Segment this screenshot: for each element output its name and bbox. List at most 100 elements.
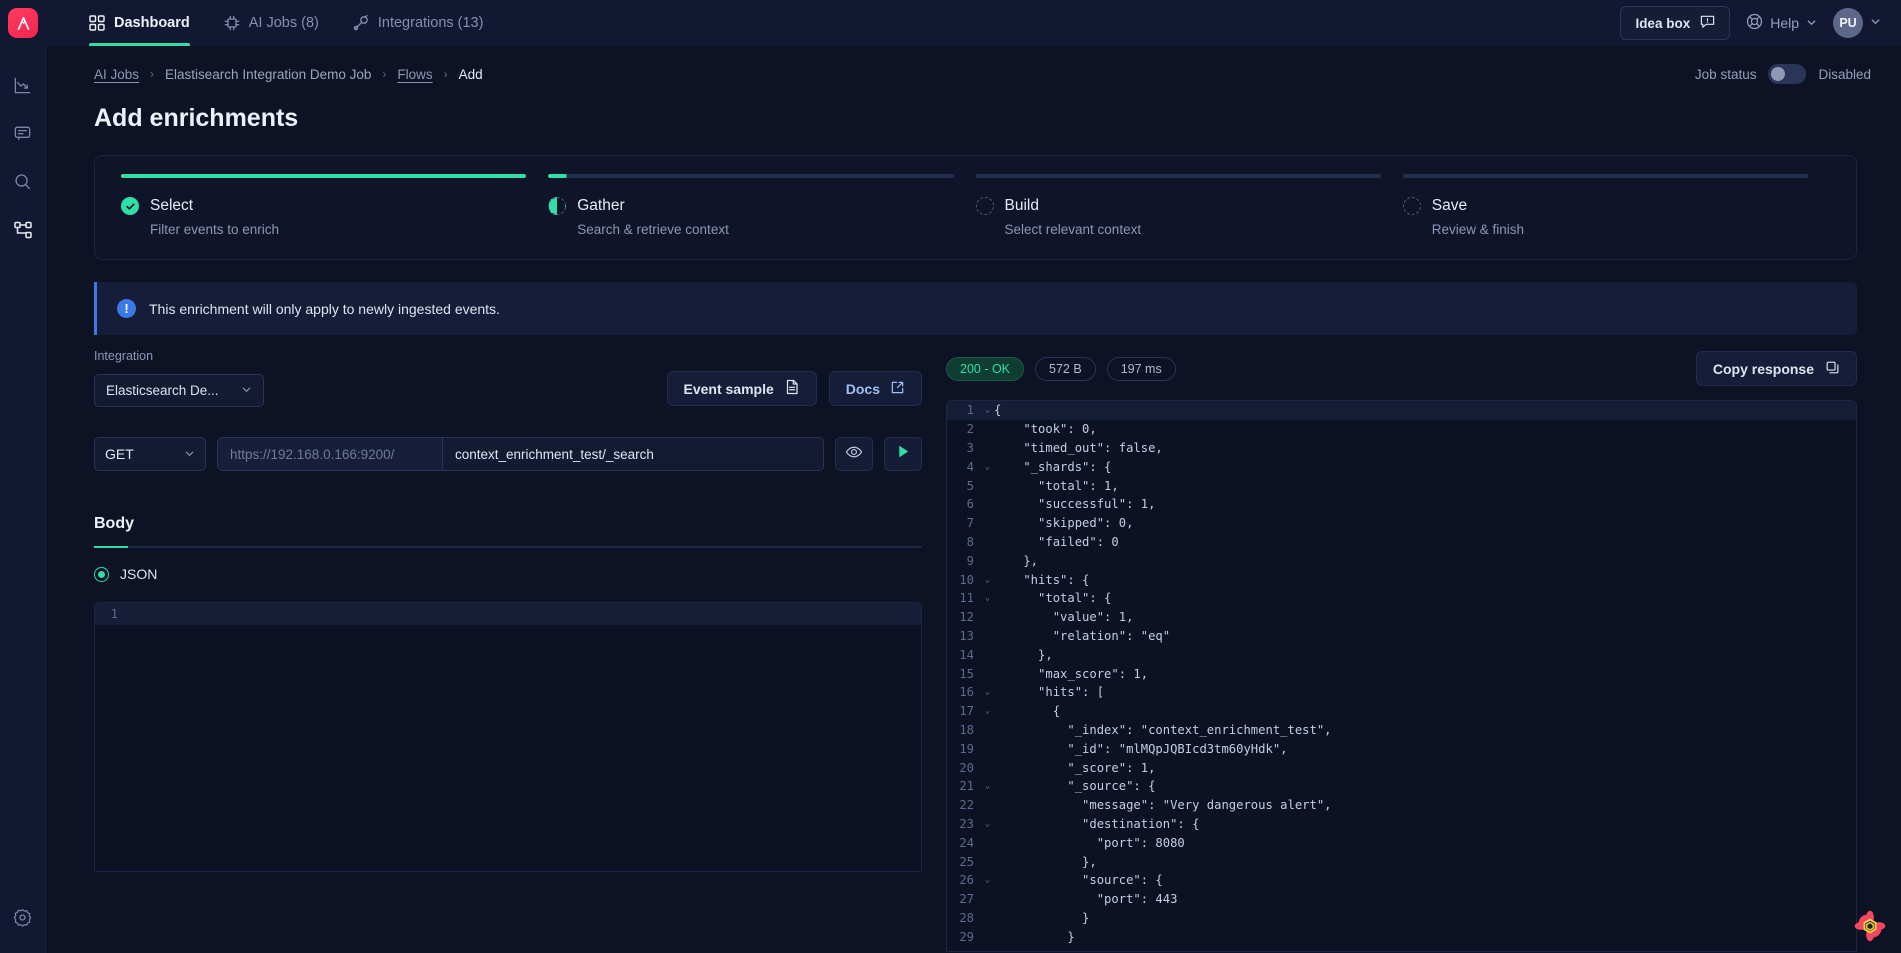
code-text: {	[994, 403, 1002, 418]
line-number: 14	[959, 647, 974, 662]
code-line: 5 "total": 1,	[947, 476, 1856, 495]
line-number: 17	[959, 704, 974, 719]
step-progress-bar	[1402, 174, 1808, 178]
line-number: 29	[959, 929, 974, 944]
fold-toggle-icon[interactable]: ⌄	[981, 687, 994, 697]
line-number: 5	[966, 478, 974, 493]
breadcrumb-item-ai-jobs[interactable]: AI Jobs	[94, 67, 139, 82]
step-gather[interactable]: Gather Search & retrieve context	[548, 174, 975, 237]
breadcrumb-item-flows[interactable]: Flows	[397, 67, 432, 82]
step-header: Gather	[548, 197, 953, 215]
code-text: "took": 0,	[994, 422, 1097, 437]
help-label: Help	[1770, 15, 1799, 31]
integration-actions: Event sample Docs	[666, 371, 922, 407]
code-text: "_id": "mlMQpJQBIcd3tm60yHdk",	[994, 741, 1288, 756]
empty-circle-icon	[975, 197, 994, 215]
lifebuoy-icon	[1746, 13, 1763, 33]
avatar: PU	[1833, 8, 1863, 38]
fold-toggle-icon[interactable]: ⌄	[981, 781, 994, 791]
url-path-input[interactable]: context_enrichment_test/_search	[442, 437, 824, 471]
line-number: 21	[959, 779, 974, 794]
nav-tab-ai-jobs[interactable]: AI Jobs (8)	[207, 0, 336, 46]
fold-toggle-icon[interactable]: ⌄	[981, 405, 994, 415]
line-number: 25	[959, 854, 974, 869]
fold-toggle-icon[interactable]: ⌄	[981, 575, 994, 585]
fold-toggle-icon[interactable]: ⌄	[981, 819, 994, 829]
primary-nav-tabs: Dashboard AI Jobs (8) Integrations (13)	[72, 0, 500, 46]
chevron-down-icon	[184, 446, 195, 462]
body-json-editor[interactable]: 1	[94, 602, 922, 872]
copy-response-button[interactable]: Copy response	[1695, 351, 1857, 386]
line-number: 3	[966, 440, 974, 455]
avatar-initials: PU	[1839, 16, 1857, 30]
code-line: 28 }	[947, 909, 1856, 928]
info-banner-text: This enrichment will only apply to newly…	[149, 300, 500, 317]
line-number: 26	[959, 873, 974, 888]
http-method-select[interactable]: GET	[94, 437, 206, 471]
code-line: 15 "max_score": 1,	[947, 664, 1856, 683]
code-line: 6 "successful": 1,	[947, 495, 1856, 514]
sidebar-item-search[interactable]	[0, 160, 46, 208]
event-sample-label: Event sample	[683, 380, 774, 397]
code-text: {	[994, 704, 1061, 719]
docs-button[interactable]: Docs	[828, 371, 922, 406]
fold-toggle-icon[interactable]: ⌄	[981, 462, 994, 472]
step-header: Save	[1402, 197, 1808, 215]
code-line: 3 "timed_out": false,	[947, 439, 1856, 458]
fold-toggle-icon[interactable]: ⌄	[981, 593, 994, 603]
step-build[interactable]: Build Select relevant context	[975, 174, 1403, 237]
preview-button[interactable]	[835, 437, 873, 471]
fold-toggle-icon[interactable]: ⌄	[981, 706, 994, 716]
help-button[interactable]: Help	[1746, 13, 1817, 33]
nav-tab-dashboard[interactable]: Dashboard	[72, 0, 207, 46]
send-request-button[interactable]	[884, 437, 922, 471]
code-text: }	[994, 910, 1090, 925]
flower-widget-icon[interactable]	[1853, 909, 1887, 943]
nav-tab-integrations[interactable]: Integrations (13)	[336, 0, 501, 46]
step-name: Save	[1431, 197, 1468, 214]
idea-box-button[interactable]: Idea box	[1620, 6, 1731, 40]
half-circle-icon	[548, 197, 567, 215]
radio-json[interactable]	[94, 566, 109, 582]
step-name: Select	[150, 197, 194, 214]
integration-label: Integration	[94, 349, 154, 363]
code-line: 25 },	[947, 852, 1856, 871]
job-status-toggle[interactable]	[1768, 64, 1807, 84]
body-editor-line: 1	[95, 603, 921, 625]
line-number: 27	[959, 892, 974, 907]
sidebar-item-settings[interactable]	[0, 905, 46, 953]
sidebar-item-flows[interactable]	[0, 208, 46, 256]
step-description: Search & retrieve context	[577, 222, 729, 237]
line-number: 28	[959, 910, 974, 925]
response-json-viewer[interactable]: 1 ⌄{2 "took": 0, 3 "timed_out": false, 4 ⌄ "…	[946, 400, 1857, 952]
step-save[interactable]: Save Review & finish	[1402, 174, 1830, 237]
code-line: 23 ⌄ "destination": {	[947, 815, 1856, 834]
sidebar-item-analytics[interactable]	[0, 64, 46, 112]
line-number: 2	[966, 422, 974, 437]
code-text: "relation": "eq"	[994, 628, 1171, 643]
fold-toggle-icon[interactable]: ⌄	[981, 875, 994, 885]
code-line: 11 ⌄ "total": {	[947, 589, 1856, 608]
step-description: Review & finish	[1431, 222, 1525, 237]
app-logo[interactable]	[0, 0, 46, 46]
line-number: 13	[959, 628, 974, 643]
document-icon	[784, 379, 800, 398]
sidebar-item-chat[interactable]	[0, 112, 46, 160]
code-text: "successful": 1,	[994, 497, 1156, 512]
body-format-options: JSON	[94, 566, 922, 582]
external-link-icon	[890, 380, 905, 398]
code-text: "total": 1,	[994, 478, 1119, 493]
stepper-steps: Select Filter events to enrich Gather Se…	[121, 174, 1830, 237]
event-sample-button[interactable]: Event sample	[666, 371, 817, 406]
user-menu[interactable]: PU	[1833, 8, 1881, 38]
code-line: 8 "failed": 0	[947, 533, 1856, 552]
settings-icon	[13, 908, 32, 932]
breadcrumb-item-job[interactable]: Elastisearch Integration Demo Job	[165, 67, 371, 82]
line-number: 1	[966, 403, 974, 418]
breadcrumb: AI Jobs › Elastisearch Integration Demo …	[46, 46, 1901, 84]
code-line: 7 "skipped": 0,	[947, 514, 1856, 533]
code-line: 1 ⌄{	[947, 401, 1856, 420]
step-select[interactable]: Select Filter events to enrich	[121, 174, 548, 237]
flows-icon	[13, 220, 33, 245]
integration-select[interactable]: Elasticsearch De...	[94, 374, 264, 407]
